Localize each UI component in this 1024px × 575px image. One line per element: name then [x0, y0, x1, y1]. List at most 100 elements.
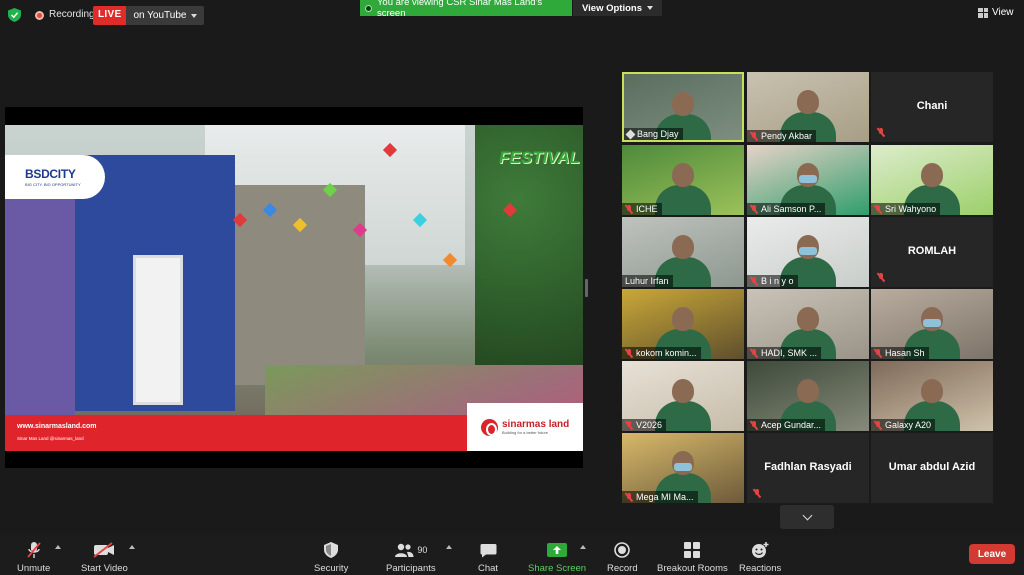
- participant-name: Bang Djay: [637, 129, 679, 139]
- participants-options-caret[interactable]: [446, 545, 452, 549]
- shared-photo: BSDCITY BIG CITY. BIG OPPORTUNITY FESTIV…: [5, 125, 583, 451]
- live-stream-control[interactable]: LIVE on YouTube: [93, 6, 205, 25]
- participant-video: [655, 185, 711, 215]
- participant-tile[interactable]: Luhur Irfan: [622, 217, 744, 287]
- audio-options-caret[interactable]: [55, 545, 61, 549]
- participant-face: [672, 379, 694, 403]
- participant-tile[interactable]: Ali Samson P...: [747, 145, 869, 215]
- participant-name-label: HADI, SMK ...: [747, 347, 822, 359]
- split-view-handle[interactable]: [585, 279, 588, 297]
- participant-tile[interactable]: B i n y o: [747, 217, 869, 287]
- muted-microphone-icon: [750, 276, 758, 286]
- muted-microphone-icon: [625, 204, 633, 214]
- share-screen-button[interactable]: Share Screen: [528, 540, 586, 574]
- video-options-caret[interactable]: [129, 545, 135, 549]
- leave-button[interactable]: Leave: [969, 544, 1015, 564]
- participant-tile[interactable]: Pendy Akbar: [747, 72, 869, 142]
- participant-tile[interactable]: Sri Wahyono: [871, 145, 993, 215]
- live-badge: LIVE: [93, 6, 127, 25]
- top-bar: Recording LIVE on YouTube You are viewin…: [0, 0, 1024, 30]
- participant-tile[interactable]: Fadhlan Rasyadi: [747, 433, 869, 503]
- participant-name: Luhur Irfan: [625, 276, 669, 286]
- reactions-label: Reactions: [739, 563, 782, 574]
- chevron-down-icon: [191, 13, 198, 18]
- view-options-button[interactable]: View Options: [573, 0, 662, 16]
- participant-face: [672, 307, 694, 331]
- participant-name: Umar abdul Azid: [888, 461, 976, 473]
- muted-microphone-icon: [750, 348, 758, 358]
- muted-microphone-icon: [750, 204, 758, 214]
- shield-icon[interactable]: [8, 8, 21, 22]
- participant-tile[interactable]: ROMLAH: [871, 217, 993, 287]
- participant-name-label: Galaxy A20: [871, 419, 936, 431]
- reactions-button[interactable]: Reactions: [739, 540, 781, 574]
- smiley-plus-icon: [751, 540, 769, 560]
- share-options-caret[interactable]: [580, 545, 586, 549]
- muted-microphone-icon: [625, 348, 633, 358]
- participant-tile[interactable]: Hasan Sh: [871, 289, 993, 359]
- participant-name: B i n y o: [761, 276, 794, 286]
- chat-button[interactable]: Chat: [478, 540, 498, 574]
- bsd-city-logo: BSDCITY BIG CITY. BIG OPPORTUNITY: [5, 155, 105, 199]
- house: [235, 185, 365, 385]
- participant-tile[interactable]: Umar abdul Azid: [871, 433, 993, 503]
- record-label: Record: [607, 563, 638, 574]
- participant-tile[interactable]: Acep Gundar...: [747, 361, 869, 431]
- security-button[interactable]: Security: [314, 540, 348, 574]
- pin-icon: [625, 129, 636, 139]
- participant-name: Ali Samson P...: [761, 204, 822, 214]
- participant-name: Hasan Sh: [885, 348, 925, 358]
- share-banner-text: You are viewing CSR Sinar Mas Land's scr…: [376, 0, 543, 19]
- start-video-button[interactable]: Start Video: [81, 540, 128, 574]
- participant-name: kokom komin...: [636, 348, 697, 358]
- participant-tile[interactable]: HADI, SMK ...: [747, 289, 869, 359]
- breakout-rooms-button[interactable]: Breakout Rooms: [657, 540, 728, 574]
- muted-microphone-icon: [750, 131, 758, 141]
- chevron-down-icon: [802, 510, 812, 520]
- participant-name-label: kokom komin...: [622, 347, 701, 359]
- white-window: [133, 255, 183, 405]
- face-mask: [674, 463, 692, 471]
- participant-tile[interactable]: Mega MI Ma...: [622, 433, 744, 503]
- website-url: www.sinarmasland.com: [17, 423, 97, 430]
- video-camera-off-icon: [93, 540, 115, 560]
- participant-name: ICHE: [636, 204, 658, 214]
- share-screen-label: Share Screen: [528, 563, 587, 574]
- participant-face: [797, 307, 819, 331]
- view-options-label: View Options: [581, 2, 642, 14]
- participant-name: ROMLAH: [907, 245, 957, 257]
- recording-icon: [35, 11, 44, 20]
- participant-name: Chani: [916, 100, 948, 112]
- muted-microphone-icon: [750, 420, 758, 430]
- painted-wall-purple: [5, 175, 75, 415]
- shared-screen[interactable]: BSDCITY BIG CITY. BIG OPPORTUNITY FESTIV…: [5, 107, 583, 468]
- participant-face: [797, 379, 819, 403]
- participant-tile[interactable]: Bang Djay: [622, 72, 744, 142]
- participants-count: 90: [417, 545, 428, 555]
- share-banner: You are viewing CSR Sinar Mas Land's scr…: [360, 0, 572, 19]
- view-button[interactable]: View: [978, 7, 1014, 18]
- participant-tile[interactable]: kokom komin...: [622, 289, 744, 359]
- participant-tile[interactable]: Galaxy A20: [871, 361, 993, 431]
- microphone-muted-icon: [26, 540, 41, 560]
- gallery-next-page-button[interactable]: [780, 505, 834, 529]
- face-mask: [799, 175, 817, 183]
- participant-tile[interactable]: ICHE: [622, 145, 744, 215]
- sinarmas-land-logo: sinarmas land Building for a better futu…: [467, 403, 583, 451]
- youtube-dropdown[interactable]: on YouTube: [126, 6, 205, 25]
- unmute-button[interactable]: Unmute: [17, 540, 50, 574]
- muted-microphone-icon: [874, 348, 882, 358]
- record-button[interactable]: Record: [607, 540, 638, 574]
- participants-label: Participants: [386, 563, 436, 574]
- participants-icon: 90: [394, 540, 427, 560]
- participant-name-label: Acep Gundar...: [747, 419, 826, 431]
- sinarmas-logo-icon: [481, 418, 498, 436]
- participant-tile[interactable]: Chani: [871, 72, 993, 142]
- participant-face: [921, 379, 943, 403]
- youtube-label: on YouTube: [133, 10, 187, 21]
- footer-band: [5, 415, 467, 451]
- face-mask: [923, 319, 941, 327]
- participants-button[interactable]: 90 Participants: [386, 540, 436, 574]
- participant-tile[interactable]: V2026: [622, 361, 744, 431]
- muted-microphone-icon: [874, 420, 882, 430]
